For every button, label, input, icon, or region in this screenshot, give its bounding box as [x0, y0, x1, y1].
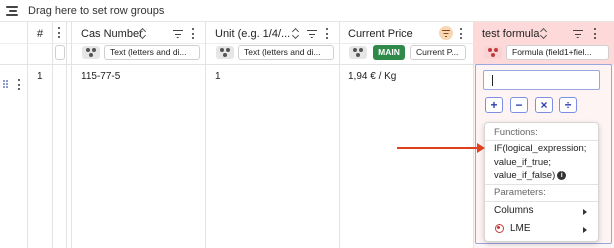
multiply-button[interactable]: × — [535, 97, 553, 113]
cas-number-header[interactable]: Cas Number — [81, 28, 143, 40]
row-group-drop-zone[interactable]: Drag here to set row groups — [0, 0, 614, 22]
info-icon[interactable]: i — [557, 170, 567, 180]
price-filter-type[interactable]: Current P... — [410, 45, 466, 60]
annotation-arrow-head — [477, 143, 485, 153]
function-if-signature: IF(logical_expression; value_if_true; va… — [494, 143, 587, 181]
chevron-right-icon — [583, 227, 587, 233]
minus-button[interactable]: − — [510, 97, 528, 113]
lme-menu-item[interactable]: LME — [510, 223, 531, 234]
filter-icon[interactable] — [172, 30, 183, 39]
sort-icon[interactable] — [540, 28, 548, 39]
columns-menu-item[interactable]: Columns — [494, 205, 533, 216]
people-filter-icon[interactable] — [216, 46, 234, 59]
column-menu-icon[interactable] — [191, 28, 195, 40]
function-if-item[interactable]: IF(logical_expression; value_if_true; va… — [494, 142, 596, 183]
formula-filter-type[interactable]: Formula (field1+fiel... — [506, 45, 609, 60]
annotation-arrow — [397, 147, 479, 149]
filter-icon[interactable] — [572, 30, 583, 39]
column-menu-icon[interactable] — [325, 28, 329, 40]
formula-input[interactable] — [483, 70, 600, 90]
divide-button[interactable]: ÷ — [559, 97, 577, 113]
unit-cell[interactable]: 1 — [215, 71, 221, 82]
column-menu-icon[interactable] — [459, 28, 463, 40]
people-filter-icon[interactable] — [82, 46, 100, 59]
chevron-right-icon — [583, 209, 587, 215]
column-menu-icon[interactable] — [593, 28, 597, 40]
row-group-hint: Drag here to set row groups — [28, 4, 165, 17]
header-menu-icon[interactable] — [57, 27, 61, 39]
cas-number-cell[interactable]: 115-77-5 — [81, 71, 120, 82]
row-menu-icon[interactable] — [17, 79, 21, 91]
sort-icon[interactable] — [292, 28, 300, 39]
unit-header[interactable]: Unit (e.g. 1/4/... — [215, 28, 290, 40]
drag-handle-icon[interactable] — [3, 80, 9, 90]
cas-filter-type[interactable]: Text (letters and di... — [104, 45, 200, 60]
active-filter-icon[interactable] — [439, 26, 453, 40]
row-index: 1 — [37, 71, 43, 82]
index-filter-stub[interactable] — [55, 45, 65, 60]
plus-button[interactable]: + — [485, 97, 503, 113]
current-price-cell[interactable]: 1,94 € / Kg — [348, 71, 396, 82]
people-filter-icon[interactable] — [349, 46, 367, 59]
main-price-badge[interactable]: MAIN — [373, 45, 405, 60]
row-groups-icon — [6, 5, 20, 16]
text-caret — [492, 75, 493, 86]
filter-icon[interactable] — [306, 30, 317, 39]
functions-section-header: Functions: — [494, 127, 538, 138]
test-formula-header[interactable]: test formula — [482, 28, 539, 40]
unit-filter-type[interactable]: Text (letters and di... — [238, 45, 334, 60]
parameters-section-header: Parameters: — [494, 187, 546, 198]
people-filter-icon[interactable] — [484, 46, 502, 59]
current-price-header[interactable]: Current Price — [348, 28, 413, 40]
sort-icon[interactable] — [139, 28, 147, 39]
lme-icon — [495, 224, 504, 233]
formula-suggestions-popup: Functions: IF(logical_expression; value_… — [484, 122, 599, 242]
index-header: # — [37, 28, 44, 40]
